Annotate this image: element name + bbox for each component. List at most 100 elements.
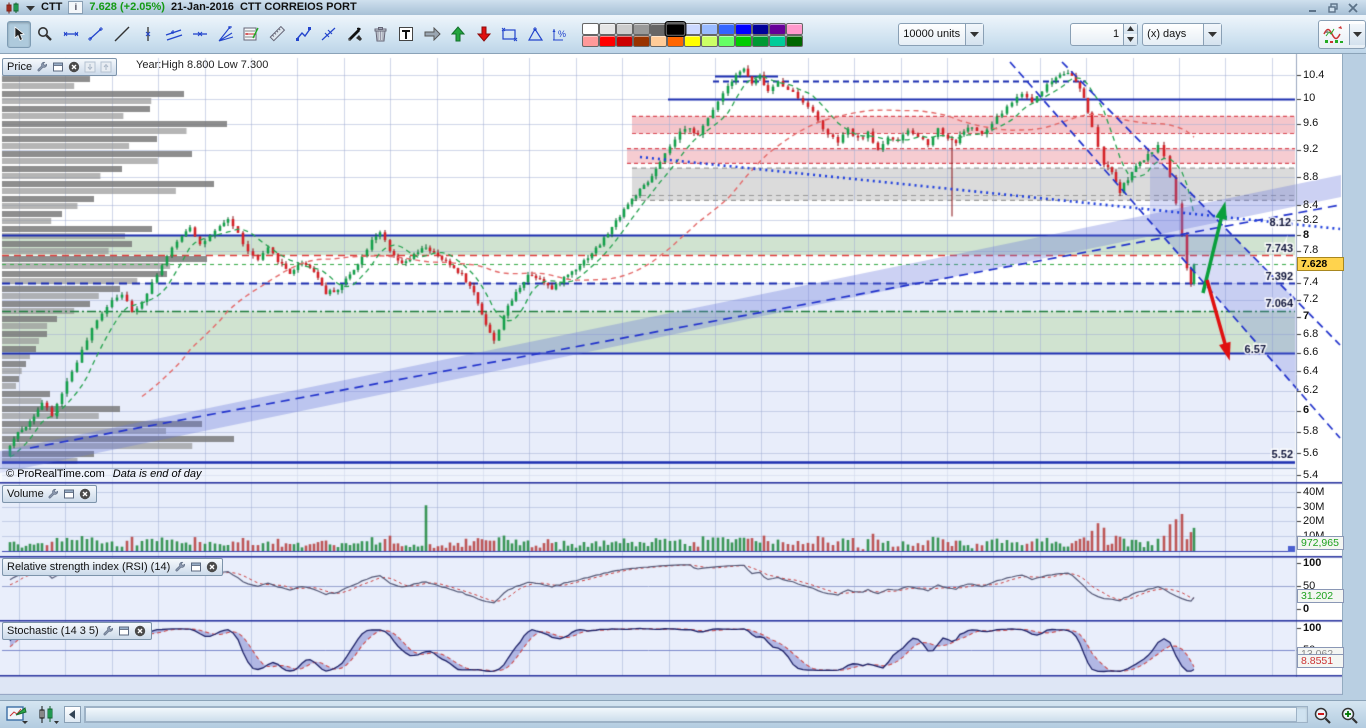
symbol-dropdown-icon[interactable] <box>26 5 35 11</box>
color-swatch-0-4[interactable] <box>650 22 668 35</box>
instrument-style-button[interactable] <box>35 704 61 726</box>
arrow-right-tool-button[interactable] <box>420 21 444 48</box>
color-swatch-0-7[interactable] <box>701 22 719 35</box>
chart-area: Price Year:High 8.800 Low 7.300 © ProRea… <box>0 54 1344 695</box>
horizontal-line-tool-button[interactable] <box>188 21 212 48</box>
scroll-left-button[interactable] <box>64 706 81 723</box>
scrollbar-thumb[interactable] <box>85 707 1297 722</box>
triangle-tool-button[interactable] <box>524 21 548 48</box>
last-price-axis-badge: 7.628 <box>1297 257 1344 271</box>
drawing-toolbar: % 10000 units 1 (x) days <box>0 15 1366 54</box>
volume-close-icon[interactable] <box>79 488 92 501</box>
color-swatch-1-0[interactable] <box>582 34 600 47</box>
price-close-icon[interactable] <box>67 61 80 74</box>
color-swatch-0-3[interactable] <box>633 22 651 35</box>
last-price-label: 7.628 (+2.05%) <box>89 1 165 13</box>
ruler-tool-button[interactable] <box>265 21 289 48</box>
vertical-line-tool-button[interactable] <box>136 21 160 48</box>
price-detach-icon[interactable] <box>51 61 64 74</box>
rsi-settings-icon[interactable] <box>173 561 186 574</box>
last-stochastic-k-axis-badge: 8.8551 <box>1297 654 1344 668</box>
color-swatch-1-3[interactable] <box>633 34 651 47</box>
volume-detach-icon[interactable] <box>63 488 76 501</box>
rsi-panel-header: Relative strength index (RSI) (14) <box>2 558 224 576</box>
volume-panel-header: Volume <box>2 485 97 503</box>
horizontal-scrollbar[interactable] <box>84 706 1308 723</box>
last-rsi-axis-badge: 31.202 <box>1297 589 1344 603</box>
stochastic-settings-icon[interactable] <box>102 625 115 638</box>
rectangle-tool-button[interactable] <box>498 21 522 48</box>
color-swatch-0-11[interactable] <box>769 22 787 35</box>
segment-tool-button[interactable] <box>84 21 108 48</box>
trendline-tool-button[interactable] <box>110 21 134 48</box>
cursor-tool-button[interactable] <box>7 20 31 48</box>
color-swatch-1-12[interactable] <box>786 34 804 47</box>
zoom-tool-button[interactable] <box>33 21 57 48</box>
right-margin-strip <box>1342 54 1366 695</box>
color-swatch-0-6[interactable] <box>684 22 702 35</box>
zoom-out-button[interactable] <box>1311 704 1335 726</box>
arrow-down-tool-button[interactable] <box>472 21 496 48</box>
minimize-button[interactable] <box>1306 2 1320 14</box>
chart-style-button[interactable] <box>1318 19 1366 49</box>
price-move-up-icon[interactable] <box>99 61 112 74</box>
zigzag-tool-button[interactable] <box>291 21 315 48</box>
stochastic-detach-icon[interactable] <box>118 625 131 638</box>
text-tool-button[interactable] <box>394 21 418 48</box>
color-palette <box>582 20 804 47</box>
spin-down-icon[interactable] <box>1124 34 1138 45</box>
zoom-in-button[interactable] <box>1338 704 1362 726</box>
arrow-up-tool-button[interactable] <box>446 21 470 48</box>
period-caret-icon[interactable] <box>1203 23 1221 45</box>
stochastic-close-icon[interactable] <box>134 625 147 638</box>
period-unit-select[interactable]: (x) days <box>1142 22 1222 46</box>
color-swatch-1-7[interactable] <box>701 34 719 47</box>
pitchfork-tool-button[interactable] <box>317 21 341 48</box>
units-caret-icon[interactable] <box>964 23 983 45</box>
color-swatch-0-1[interactable] <box>599 22 617 35</box>
units-select[interactable]: 10000 units <box>898 22 984 46</box>
data-note: Data is end of day <box>112 468 202 480</box>
color-swatch-1-9[interactable] <box>735 34 753 47</box>
color-swatch-0-0[interactable] <box>582 22 600 35</box>
restore-button[interactable] <box>1326 2 1340 14</box>
copyright-line: © ProRealTime.com Data is end of day <box>6 468 201 480</box>
spin-up-icon[interactable] <box>1124 23 1138 34</box>
delete-tool-button[interactable] <box>369 21 393 48</box>
horizontal-segment-tool-button[interactable] <box>59 21 83 48</box>
window-controls <box>1306 2 1366 14</box>
price-move-down-icon[interactable] <box>83 61 96 74</box>
color-swatch-1-4[interactable] <box>650 34 668 47</box>
price-settings-icon[interactable] <box>35 61 48 74</box>
color-swatch-1-2[interactable] <box>616 34 634 47</box>
color-swatch-1-5[interactable] <box>667 34 685 47</box>
channel-tool-button[interactable] <box>162 21 186 48</box>
fan-lines-tool-button[interactable] <box>214 21 238 48</box>
tools-settings-button[interactable] <box>343 21 367 48</box>
export-chart-button[interactable] <box>4 704 32 726</box>
fibonacci-retracement-tool-button[interactable] <box>239 21 263 48</box>
rsi-close-icon[interactable] <box>205 561 218 574</box>
price-panel-title: Price <box>7 61 33 73</box>
instrument-info-button[interactable]: i <box>68 1 84 14</box>
color-swatch-0-5[interactable] <box>664 20 687 37</box>
period-count-stepper[interactable]: 1 <box>1069 22 1139 46</box>
volume-settings-icon[interactable] <box>47 488 60 501</box>
color-swatch-0-2[interactable] <box>616 22 634 35</box>
color-swatch-1-11[interactable] <box>769 34 787 47</box>
color-swatch-1-10[interactable] <box>752 34 770 47</box>
percent-retracement-tool-button[interactable]: % <box>549 21 573 48</box>
chart-style-caret-icon[interactable] <box>1349 23 1365 45</box>
date-label: 21-Jan-2016 <box>170 1 234 13</box>
color-swatch-1-6[interactable] <box>684 34 702 47</box>
color-swatch-0-8[interactable] <box>718 22 736 35</box>
chart-canvas[interactable] <box>0 54 1342 695</box>
close-window-button[interactable] <box>1346 2 1360 14</box>
color-swatch-0-10[interactable] <box>752 22 770 35</box>
period-count-arrows[interactable] <box>1123 23 1138 45</box>
color-swatch-0-9[interactable] <box>735 22 753 35</box>
rsi-detach-icon[interactable] <box>189 561 202 574</box>
color-swatch-0-12[interactable] <box>786 22 804 35</box>
color-swatch-1-8[interactable] <box>718 34 736 47</box>
color-swatch-1-1[interactable] <box>599 34 617 47</box>
